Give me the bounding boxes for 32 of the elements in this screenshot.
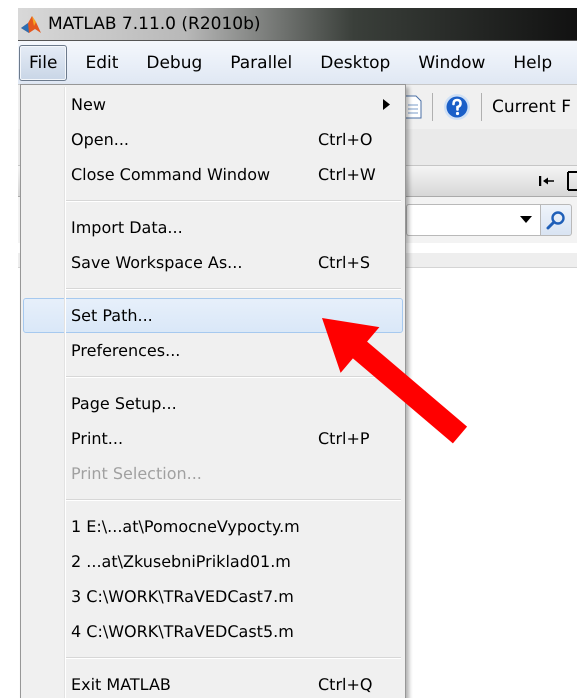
menu-item[interactable]: Import Data... [23, 210, 403, 245]
search-icon [546, 210, 566, 230]
menu-item[interactable]: Close Command Window Ctrl+W [23, 157, 403, 192]
menu-bar-item[interactable]: Parallel [220, 44, 302, 80]
menu-item[interactable]: Page Setup... [23, 386, 403, 421]
search-field[interactable] [406, 204, 540, 236]
menu-item[interactable]: New [23, 87, 403, 122]
menu-item[interactable]: 2 ...at\ZkusebniPriklad01.m [23, 544, 403, 579]
submenu-arrow-icon [383, 99, 390, 110]
current-folder-label: Current F [492, 97, 572, 117]
menu-item[interactable]: Print... Ctrl+P [23, 421, 403, 456]
help-icon[interactable] [443, 93, 471, 121]
menu-item[interactable]: Preferences... [23, 333, 403, 368]
undock-icon[interactable] [539, 175, 555, 187]
menu-bar-item[interactable]: Desktop [310, 44, 400, 80]
menu-item[interactable]: Save Workspace As... Ctrl+S [23, 245, 403, 280]
document-icon[interactable] [404, 95, 422, 119]
menu-item[interactable]: Exit MATLAB Ctrl+Q [23, 667, 403, 698]
menu-item[interactable]: 3 C:\WORK\TRaVEDCast7.m [23, 579, 403, 614]
search-button[interactable] [540, 204, 572, 236]
menu-item[interactable]: Set Path... [23, 298, 403, 333]
menu-item[interactable]: Open... Ctrl+O [23, 122, 403, 157]
dropdown-caret-icon[interactable] [520, 216, 532, 224]
menu-bar-item[interactable]: Help [503, 44, 562, 80]
menu-item[interactable]: 4 C:\WORK\TRaVEDCast5.m [23, 614, 403, 649]
menu-bar-item[interactable]: File [19, 44, 68, 80]
window-title: MATLAB 7.11.0 (R2010b) [48, 14, 261, 34]
menu-bar-item[interactable]: Edit [75, 44, 128, 80]
maximize-icon[interactable] [567, 171, 577, 191]
menu-bar-item[interactable]: Debug [136, 44, 212, 80]
menu-bar-item[interactable]: Window [408, 44, 496, 80]
menu-item[interactable]: 1 E:\...at\PomocneVypocty.m [23, 509, 403, 544]
